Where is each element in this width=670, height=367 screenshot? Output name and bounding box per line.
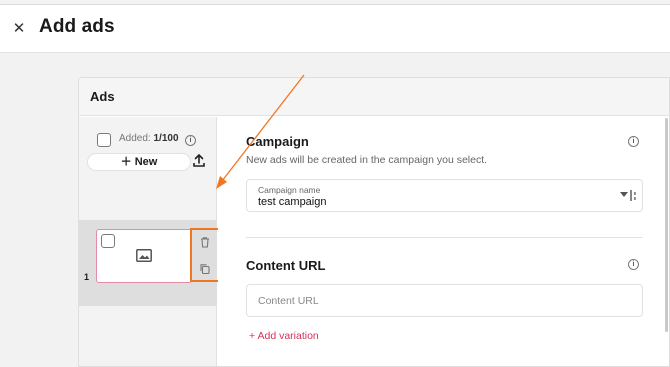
annotation-arrow <box>216 74 305 189</box>
